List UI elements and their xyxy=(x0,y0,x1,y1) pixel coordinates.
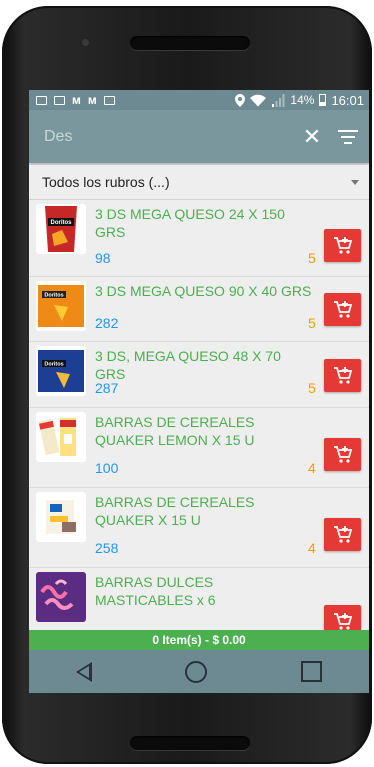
filter-icon[interactable] xyxy=(337,129,359,144)
product-thumbnail: Doritos xyxy=(36,281,86,331)
close-icon[interactable]: ✕ xyxy=(297,124,327,150)
cart-add-icon xyxy=(333,445,352,463)
product-list[interactable]: Doritos 3 DS MEGA QUESO 24 X 150 GRS 98 … xyxy=(29,200,369,665)
product-stock: 287 xyxy=(95,380,119,396)
cart-add-icon xyxy=(333,366,352,384)
category-dropdown[interactable]: Todos los rubros (...) xyxy=(29,165,369,200)
product-stock: 282 xyxy=(95,315,119,331)
list-item[interactable]: BARRAS DULCES MASTICABLES x 6 xyxy=(29,568,369,639)
list-item[interactable]: Doritos 3 DS, MEGA QUESO 48 X 70 GRS 287… xyxy=(29,342,369,408)
add-to-cart-button[interactable] xyxy=(324,229,361,262)
home-icon[interactable] xyxy=(185,660,208,683)
search-toolbar: ✕ xyxy=(29,110,369,163)
chevron-down-icon xyxy=(351,179,359,185)
cart-add-icon xyxy=(333,612,352,630)
back-icon[interactable] xyxy=(75,661,92,682)
product-name: 3 DS MEGA QUESO 24 X 150 GRS xyxy=(95,206,285,240)
android-nav-bar xyxy=(29,650,369,693)
product-name: 3 DS MEGA QUESO 90 X 40 GRS xyxy=(95,283,312,299)
product-qty: 5 xyxy=(308,380,316,396)
top-speaker xyxy=(130,36,250,50)
product-stock: 98 xyxy=(95,250,111,266)
recent-apps-icon[interactable] xyxy=(301,661,323,682)
svg-text:Doritos: Doritos xyxy=(51,220,73,226)
mail-notification-icon xyxy=(103,95,115,105)
product-name: BARRAS DE CEREALES QUAKER LEMON X 15 U xyxy=(95,414,255,448)
product-stock: 258 xyxy=(95,540,119,556)
product-stock: 100 xyxy=(95,460,119,476)
cart-add-icon xyxy=(333,236,352,254)
m-notification-icon: ᴍ xyxy=(87,93,97,107)
cart-summary-bar[interactable]: 0 Item(s) - $ 0.00 xyxy=(29,630,369,650)
add-to-cart-button[interactable] xyxy=(324,293,361,326)
product-thumbnail: Doritos xyxy=(36,346,86,396)
add-to-cart-button[interactable] xyxy=(324,359,361,392)
mail-notification-icon xyxy=(54,95,65,105)
m-notification-icon: ᴍ xyxy=(72,93,81,107)
list-item[interactable]: Doritos 3 DS MEGA QUESO 24 X 150 GRS 98 … xyxy=(29,200,369,277)
cart-add-icon xyxy=(333,525,352,543)
cart-summary: 0 Item(s) - $ 0.00 xyxy=(152,633,246,647)
phone-frame: ᴍ ᴍ 14% 16:01 ✕ Todos los rubros (...) xyxy=(2,6,372,764)
category-selected: Todos los rubros (...) xyxy=(42,174,170,190)
product-name: BARRAS DULCES MASTICABLES x 6 xyxy=(95,574,216,608)
add-to-cart-button[interactable] xyxy=(324,518,361,551)
image-notification-icon xyxy=(36,95,47,105)
product-qty: 5 xyxy=(308,250,316,266)
product-thumbnail: Doritos xyxy=(36,204,86,254)
signal-icon xyxy=(272,93,285,107)
product-thumbnail xyxy=(36,492,86,542)
product-thumbnail xyxy=(36,412,86,462)
battery-icon xyxy=(319,94,327,106)
clock: 16:01 xyxy=(331,92,364,108)
product-qty: 5 xyxy=(308,315,316,331)
add-to-cart-button[interactable] xyxy=(324,438,361,471)
list-item[interactable]: Doritos 3 DS MEGA QUESO 90 X 40 GRS 282 … xyxy=(29,277,369,342)
list-item[interactable]: BARRAS DE CEREALES QUAKER X 15 U 258 4 xyxy=(29,488,369,568)
screen: ᴍ ᴍ 14% 16:01 ✕ Todos los rubros (...) xyxy=(29,90,369,693)
cart-add-icon xyxy=(333,300,352,318)
camera-icon xyxy=(82,39,89,46)
product-name: BARRAS DE CEREALES QUAKER X 15 U xyxy=(95,494,255,528)
product-qty: 4 xyxy=(308,460,316,476)
product-name: 3 DS, MEGA QUESO 48 X 70 GRS xyxy=(95,348,281,382)
location-icon xyxy=(235,93,246,107)
wifi-icon xyxy=(250,94,267,106)
bottom-speaker xyxy=(130,736,250,750)
svg-text:Doritos: Doritos xyxy=(44,362,63,368)
product-thumbnail xyxy=(36,572,86,622)
product-qty: 4 xyxy=(308,540,316,556)
battery-percent: 14% xyxy=(290,93,315,107)
svg-text:Doritos: Doritos xyxy=(44,293,63,299)
status-bar: ᴍ ᴍ 14% 16:01 xyxy=(29,90,369,110)
list-item[interactable]: BARRAS DE CEREALES QUAKER LEMON X 15 U 1… xyxy=(29,408,369,488)
search-input[interactable] xyxy=(29,126,297,147)
